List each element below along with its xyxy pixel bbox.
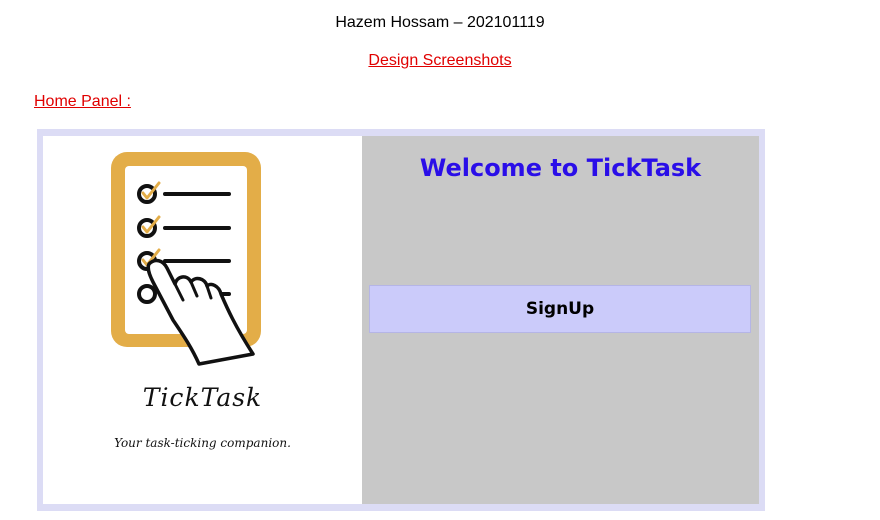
tagline: Your task-ticking companion.	[114, 436, 291, 450]
checklist-logo-icon	[111, 152, 261, 366]
signup-button[interactable]: SignUp	[369, 285, 751, 333]
brand-name: TickTask	[142, 383, 263, 412]
left-panel: TickTask Your task-ticking companion.	[43, 136, 362, 504]
doc-subtitle: Design Screenshots	[368, 52, 512, 69]
right-panel: Welcome to TickTask SignUp	[362, 136, 759, 504]
doc-author: Hazem Hossam – 202101119	[335, 14, 545, 31]
section-label: Home Panel :	[34, 93, 131, 110]
app-window: TickTask Your task-ticking companion. We…	[37, 129, 765, 511]
welcome-title: Welcome to TickTask	[419, 154, 702, 182]
